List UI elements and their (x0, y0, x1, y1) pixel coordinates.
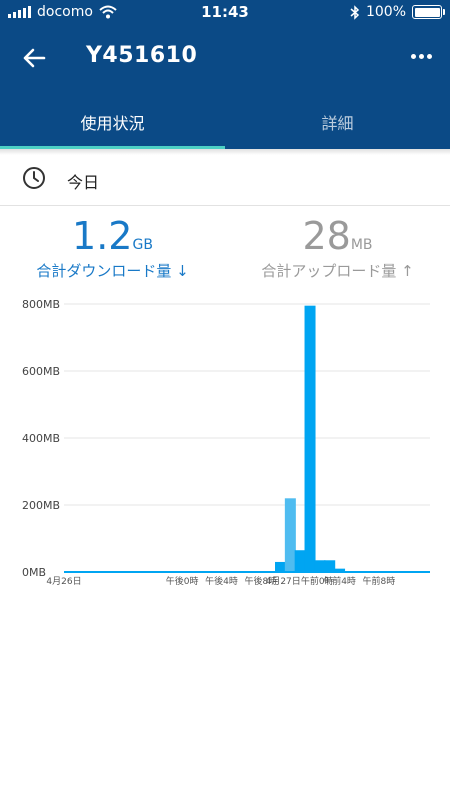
date-selector[interactable]: 今日 (0, 156, 450, 206)
data-bar (324, 560, 336, 572)
download-caption: 合計ダウンロード量 ↓ (36, 262, 189, 280)
tab-details[interactable]: 詳細 (225, 92, 450, 149)
upload-value: 28 (302, 214, 351, 258)
y-tick-label: 600MB (22, 365, 60, 378)
x-tick-label: 4月26日 (46, 576, 81, 587)
x-tick-label: 4月27日 (266, 576, 301, 587)
download-total: 1.2GB 合計ダウンロード量 ↓ (0, 214, 225, 281)
y-tick-label: 200MB (22, 499, 60, 512)
more-dots-icon[interactable] (411, 54, 432, 59)
status-bar: docomo 11:43 100% (0, 0, 450, 24)
tab-usage[interactable]: 使用状況 (0, 92, 225, 149)
x-tick-label: 午後4時 (205, 575, 238, 587)
battery-icon (412, 5, 445, 19)
download-unit: GB (132, 237, 153, 253)
back-arrow-icon[interactable] (18, 42, 50, 74)
upload-caption: 合計アップロード量 ↑ (261, 262, 414, 280)
tab-bar: 使用状況 詳細 (0, 92, 450, 149)
date-label: 今日 (67, 173, 100, 192)
app-bar: Y451610 (0, 24, 450, 92)
battery-percent: 100% (365, 4, 406, 20)
data-bar (294, 550, 306, 572)
upload-total: 28MB 合計アップロード量 ↑ (225, 214, 450, 281)
x-tick-label: 午前4時 (323, 575, 356, 587)
x-tick-label: 午後0時 (166, 575, 199, 587)
app-screen: docomo 11:43 100% Y451610 使用状況 詳細 今日 1.2… (0, 0, 450, 800)
bluetooth-icon (350, 4, 360, 20)
data-bar (284, 498, 296, 572)
usage-bar-chart: 0MB200MB400MB600MB800MB4月26日 午後0時 午後4時 午後8時… (22, 298, 430, 587)
tab-usage-label: 使用状況 (80, 114, 145, 133)
y-tick-label: 0MB (22, 566, 46, 579)
y-tick-label: 800MB (22, 298, 60, 311)
data-bar (275, 561, 287, 572)
tab-details-label: 詳細 (321, 114, 354, 133)
x-tick-label: 午前8時 (363, 575, 396, 587)
tab-shadow (0, 149, 450, 155)
upload-unit: MB (350, 237, 373, 253)
y-tick-label: 400MB (22, 432, 60, 445)
data-bar (304, 305, 316, 572)
download-value: 1.2 (72, 214, 133, 258)
clock-icon (23, 167, 45, 189)
device-title: Y451610 (86, 43, 198, 68)
data-bar (314, 560, 326, 572)
